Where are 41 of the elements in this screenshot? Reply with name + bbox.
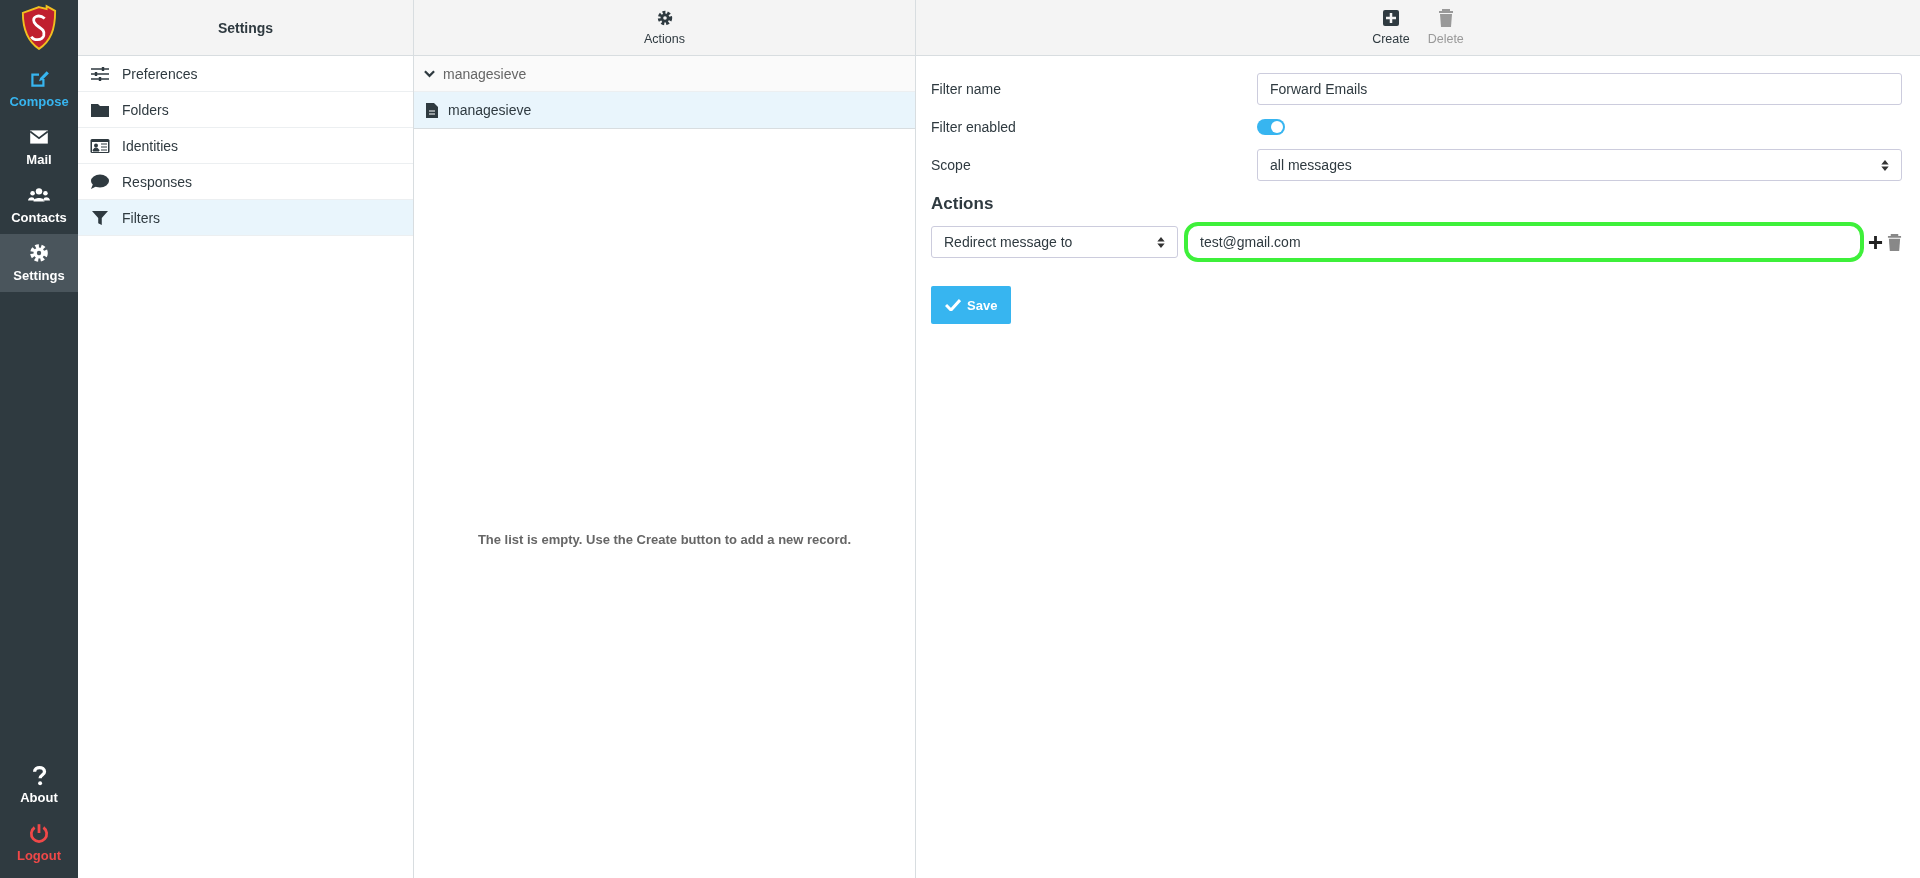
power-icon xyxy=(28,822,50,844)
plus-icon[interactable] xyxy=(1868,233,1883,251)
sliders-icon xyxy=(90,65,110,82)
field-label: Scope xyxy=(931,157,972,173)
action-type-select[interactable]: Redirect message to xyxy=(931,226,1178,258)
shield-logo xyxy=(20,4,58,52)
id-card-icon xyxy=(90,137,110,154)
folder-icon xyxy=(90,101,110,118)
nav-item[interactable]: Mail xyxy=(0,118,78,176)
menu-item[interactable]: Filters xyxy=(78,200,413,236)
scope-select[interactable]: all messages xyxy=(1257,149,1902,181)
trash-icon xyxy=(1436,9,1455,27)
checkmark-icon xyxy=(945,299,961,311)
filter-name-field[interactable]: Forward Emails xyxy=(1257,73,1902,105)
settings-icon xyxy=(655,9,674,27)
plus-square-icon xyxy=(1381,9,1400,27)
menu-item[interactable]: Preferences xyxy=(78,56,413,92)
menu-item[interactable]: Folders xyxy=(78,92,413,128)
document-icon xyxy=(426,102,438,118)
column-title: Settings xyxy=(217,19,274,36)
settings-icon xyxy=(28,242,50,264)
nav-item[interactable]: About xyxy=(0,756,78,814)
empty-list-message: The list is empty. Use the Create button to add a new record. xyxy=(477,532,852,547)
filter-set-group[interactable]: managesieve xyxy=(414,56,915,92)
field-label: Filter enabled xyxy=(931,119,1017,135)
email-field[interactable]: test@gmail.com xyxy=(1184,222,1864,262)
filter-set-item[interactable]: managesieve xyxy=(414,92,915,129)
create-button[interactable]: Create xyxy=(1366,5,1416,50)
nav-item[interactable]: Contacts xyxy=(0,176,78,234)
nav-item[interactable]: Compose xyxy=(0,60,78,118)
actions-button[interactable]: Actions xyxy=(638,5,691,50)
field-label: Filter name xyxy=(931,81,1003,97)
nav-item[interactable]: Settings xyxy=(0,234,78,292)
menu-item[interactable]: Identities xyxy=(78,128,413,164)
chevron-icon xyxy=(424,69,435,78)
speech-bubble-icon xyxy=(90,173,110,190)
filter-icon xyxy=(90,209,110,226)
section-heading: Actions xyxy=(931,194,995,214)
select-arrows-icon xyxy=(1881,159,1889,171)
toggle-switch[interactable] xyxy=(1257,119,1285,135)
select-arrows-icon xyxy=(1157,236,1165,248)
